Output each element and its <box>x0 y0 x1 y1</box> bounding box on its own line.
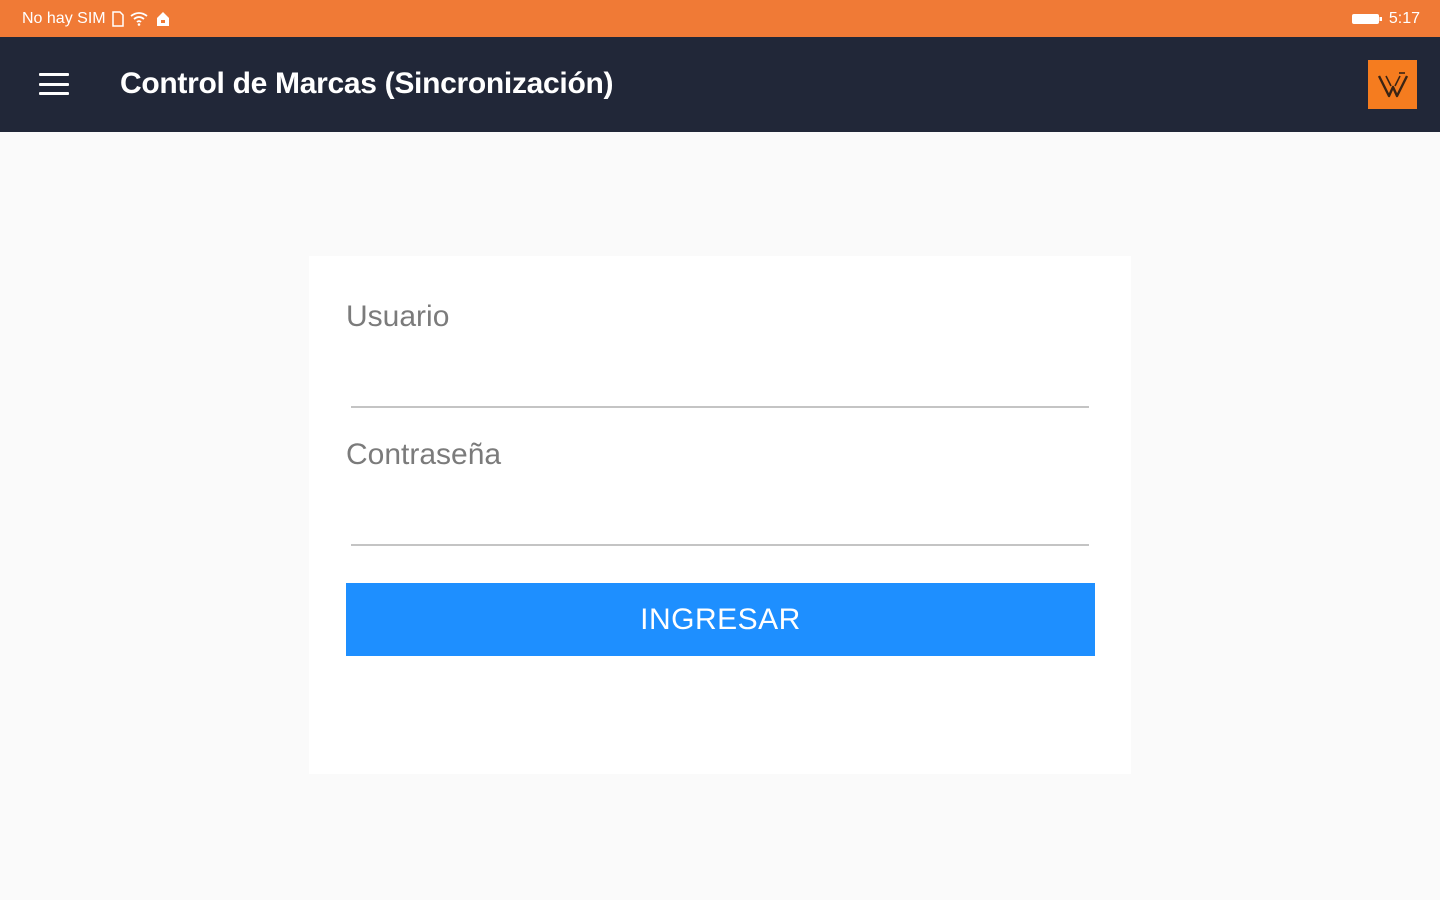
carrier-text: No hay SIM <box>22 9 106 27</box>
usb-icon <box>154 11 172 27</box>
status-left: No hay SIM <box>22 10 172 28</box>
password-input[interactable] <box>351 496 1089 546</box>
login-button[interactable]: INGRESAR <box>346 583 1095 656</box>
menu-icon-bar <box>39 82 69 86</box>
brand-logo-icon <box>1368 60 1417 109</box>
app-bar: Control de Marcas (Sincronización) <box>0 37 1440 132</box>
battery-icon <box>1351 12 1383 26</box>
menu-icon-bar <box>39 73 69 76</box>
login-card: Usuario Contraseña INGRESAR <box>309 256 1131 774</box>
username-label: Usuario <box>346 300 450 333</box>
status-right: 5:17 <box>1351 10 1420 28</box>
menu-icon-bar <box>39 92 69 95</box>
menu-button[interactable] <box>36 70 72 98</box>
password-label: Contraseña <box>346 438 502 471</box>
page-title: Control de Marcas (Sincronización) <box>120 67 614 100</box>
sim-card-icon <box>111 10 124 27</box>
status-bar: No hay SIM 5:17 <box>0 0 1440 37</box>
clock-text: 5:17 <box>1388 9 1420 27</box>
username-input[interactable] <box>351 358 1089 408</box>
wifi-icon <box>130 11 148 26</box>
